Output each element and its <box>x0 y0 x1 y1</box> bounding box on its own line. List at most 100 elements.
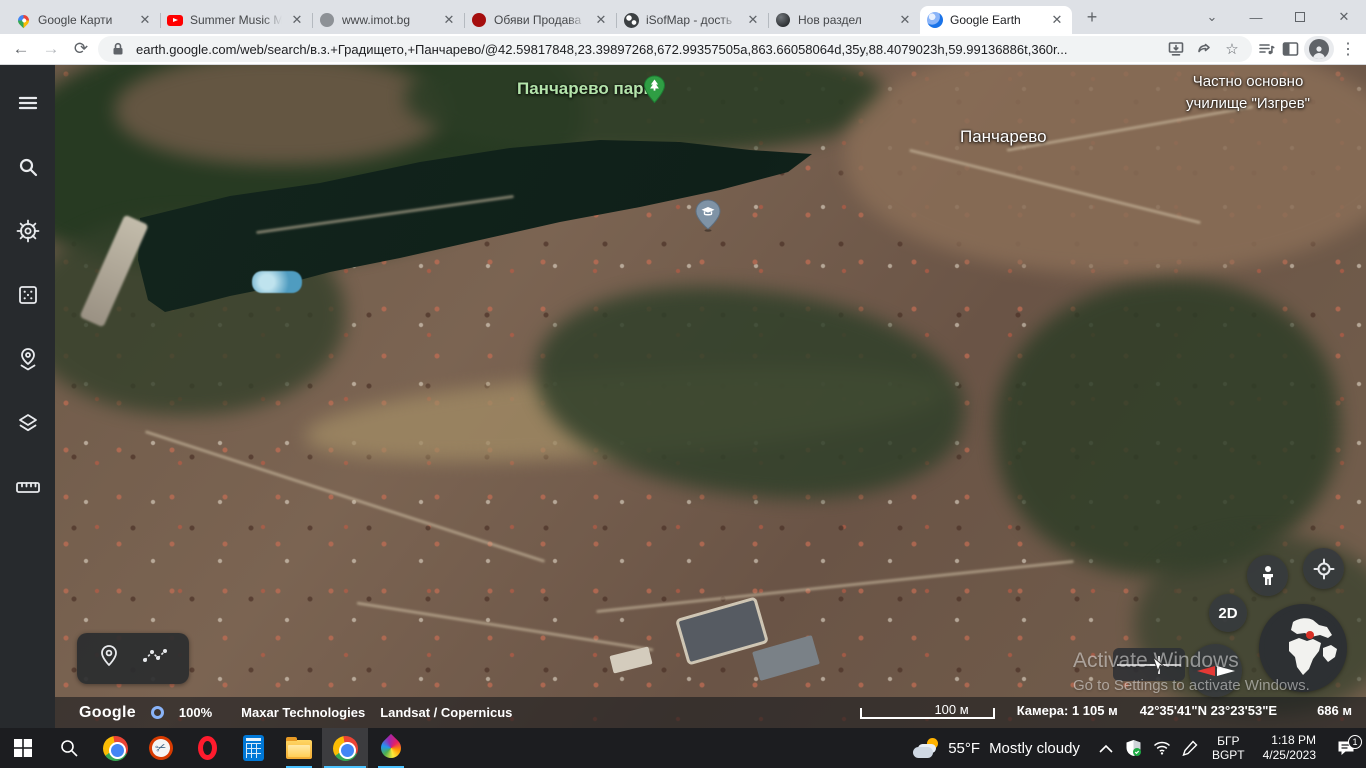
back-icon[interactable]: ← <box>8 36 34 62</box>
gray-site-icon <box>319 12 335 28</box>
tab-youtube[interactable]: Summer Music M ✕ <box>160 6 312 34</box>
tab-imot[interactable]: www.imot.bg ✕ <box>312 6 464 34</box>
tab-google-maps[interactable]: Google Карти ✕ <box>8 6 160 34</box>
language-indicator[interactable]: БГР BGPT <box>1204 734 1253 762</box>
imagery-attribution: Maxar Technologies <box>241 705 365 720</box>
youtube-icon <box>167 12 183 28</box>
earth-map-viewport[interactable]: Панчарево парк Панчарево Частно основно … <box>55 65 1366 728</box>
search-icon[interactable] <box>12 151 44 183</box>
earth-statusbar: Google 100% Maxar Technologies Landsat /… <box>55 697 1366 728</box>
paint3d-icon[interactable] <box>368 728 414 768</box>
start-button[interactable] <box>0 728 46 768</box>
tab-label: www.imot.bg <box>342 13 434 27</box>
tab-close-icon[interactable]: ✕ <box>593 12 609 28</box>
install-app-icon[interactable] <box>1166 39 1186 59</box>
label-school-line1: Частно основно <box>1186 71 1310 93</box>
add-placemark-toolbar <box>77 633 189 684</box>
google-earth-app: Панчарево парк Панчарево Частно основно … <box>0 65 1366 728</box>
feeling-lucky-dice-icon[interactable] <box>12 279 44 311</box>
tab-obiavi[interactable]: Обяви Продава ✕ <box>464 6 616 34</box>
address-bar[interactable]: earth.google.com/web/search/в.з.+Градище… <box>98 36 1252 62</box>
opera-icon[interactable] <box>184 728 230 768</box>
activate-windows-line2: Go to Settings to activate Windows. <box>1073 677 1310 694</box>
streaming-progress-ring <box>151 706 164 719</box>
tray-chevron-icon[interactable] <box>1092 744 1120 753</box>
notification-badge: 1 <box>1348 735 1362 749</box>
label-school[interactable]: Частно основно училище "Изгрев" <box>1186 71 1310 115</box>
calculator-icon[interactable] <box>230 728 276 768</box>
map-style-layers-icon[interactable] <box>12 407 44 439</box>
clock-time: 1:18 PM <box>1263 733 1316 748</box>
tab-close-icon[interactable]: ✕ <box>137 12 153 28</box>
lock-icon[interactable] <box>108 39 128 59</box>
pegman-button[interactable] <box>1247 555 1288 596</box>
cursor-coordinates: 42°35'41"N 23°23'53"E <box>1140 703 1277 723</box>
tab-close-icon[interactable]: ✕ <box>1049 12 1065 28</box>
google-earth-icon <box>927 12 943 28</box>
pool-complex <box>252 271 302 293</box>
label-pancharevo-park[interactable]: Панчарево парк <box>517 79 652 99</box>
map-scale-bar: 100 м <box>860 708 995 719</box>
window-close-button[interactable]: ✕ <box>1322 0 1366 34</box>
google-maps-icon <box>15 12 31 28</box>
reload-icon[interactable]: ⟳ <box>68 36 94 62</box>
media-controls-icon[interactable] <box>1256 39 1276 59</box>
browser-toolbar: ← → ⟳ earth.google.com/web/search/в.з.+Г… <box>0 34 1366 65</box>
tab-isofmap[interactable]: iSofMap - дость ✕ <box>616 6 768 34</box>
window-maximize-button[interactable] <box>1278 0 1322 34</box>
chrome-taskbar-icon[interactable] <box>92 728 138 768</box>
defender-shield-icon[interactable] <box>1120 739 1148 757</box>
tab-new[interactable]: Нов раздел ✕ <box>768 6 920 34</box>
new-tab-button[interactable]: + <box>1078 3 1106 31</box>
weather-widget[interactable]: 55°F Mostly cloudy <box>901 738 1092 758</box>
bookmark-star-icon[interactable]: ☆ <box>1222 39 1242 59</box>
2d-mode-button[interactable]: 2D <box>1209 594 1247 632</box>
tab-close-icon[interactable]: ✕ <box>745 12 761 28</box>
forward-icon[interactable]: → <box>38 36 64 62</box>
url-text[interactable]: earth.google.com/web/search/в.з.+Градище… <box>136 42 1158 57</box>
snipping-tool-icon[interactable]: ✂ <box>138 728 184 768</box>
search-result-pin[interactable] <box>695 199 721 238</box>
tab-google-earth[interactable]: Google Earth ✕ <box>920 6 1072 34</box>
file-explorer-icon[interactable] <box>276 728 322 768</box>
browser-menu-icon[interactable]: ⋮ <box>1338 39 1358 59</box>
avatar-icon <box>1309 39 1329 59</box>
desktop-screen: Google Карти ✕ Summer Music M ✕ www.imot… <box>0 0 1366 768</box>
window-controls: ⌄ — ✕ <box>1190 0 1366 34</box>
measure-ruler-icon[interactable] <box>12 471 44 503</box>
tab-close-icon[interactable]: ✕ <box>441 12 457 28</box>
add-placemark-icon[interactable] <box>98 644 120 673</box>
voyager-icon[interactable] <box>12 215 44 247</box>
projects-pin-icon[interactable] <box>12 343 44 375</box>
draw-path-icon[interactable] <box>142 646 168 671</box>
wifi-icon[interactable] <box>1148 741 1176 755</box>
tab-label: Обяви Продава <box>494 13 586 27</box>
label-pancharevo-town[interactable]: Панчарево <box>960 127 1047 147</box>
tab-search-chevron-icon[interactable]: ⌄ <box>1190 0 1234 34</box>
tab-label: Google Карти <box>38 13 130 27</box>
side-panel-icon[interactable] <box>1280 39 1300 59</box>
profile-avatar[interactable] <box>1304 36 1334 62</box>
scale-label: 100 м <box>934 702 968 717</box>
tab-close-icon[interactable]: ✕ <box>897 12 913 28</box>
red-site-icon <box>471 12 487 28</box>
clock-date: 4/25/2023 <box>1263 748 1316 763</box>
pen-icon[interactable] <box>1176 740 1204 756</box>
terrain-elevation: 686 м <box>1317 703 1352 723</box>
window-minimize-button[interactable]: — <box>1234 0 1278 34</box>
tab-label: iSofMap - дость <box>646 13 738 27</box>
camera-altitude: Камера: 1 105 м <box>1017 703 1118 723</box>
park-tree-pin[interactable] <box>643 75 666 109</box>
tab-close-icon[interactable]: ✕ <box>289 12 305 28</box>
action-center-icon[interactable]: 1 <box>1326 740 1366 756</box>
share-icon[interactable] <box>1194 39 1214 59</box>
taskbar-search-icon[interactable] <box>46 728 92 768</box>
tab-label: Google Earth <box>950 13 1042 27</box>
windows-taskbar: ✂ 55°F Mostly cloudy БГ <box>0 728 1366 768</box>
chrome-active-icon[interactable] <box>322 728 368 768</box>
menu-icon[interactable] <box>12 87 44 119</box>
my-location-button[interactable] <box>1303 548 1344 589</box>
taskbar-clock[interactable]: 1:18 PM 4/25/2023 <box>1253 733 1326 763</box>
language-line1: БГР <box>1212 734 1245 748</box>
globe-icon <box>623 12 639 28</box>
